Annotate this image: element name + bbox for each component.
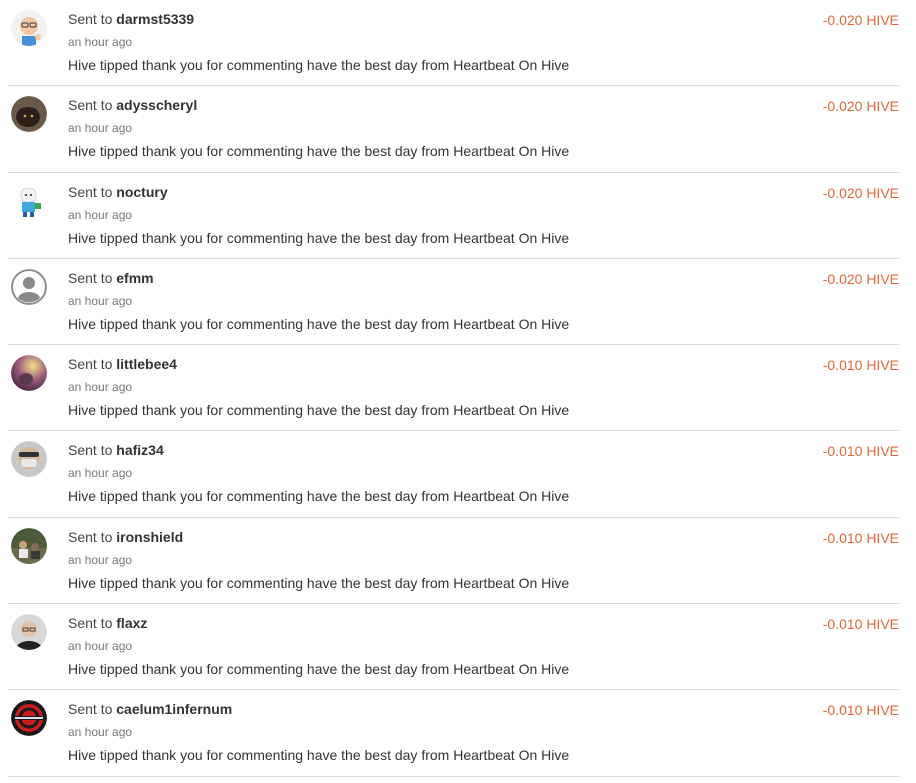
transaction-row: Sent to caelum1infernum an hour ago Hive… <box>8 690 899 777</box>
amount: -0.010 HIVE <box>822 529 899 546</box>
recipient-username[interactable]: darmst5339 <box>116 11 194 27</box>
recipient-username[interactable]: hafiz34 <box>116 442 163 458</box>
transaction-row: Sent to ironshield an hour ago Hive tipp… <box>8 518 899 605</box>
transaction-row: Sent to darmst5339 an hour ago Hive tipp… <box>8 0 899 87</box>
amount: -0.010 HIVE <box>822 616 899 633</box>
memo-text: Hive tipped thank you for commenting hav… <box>68 229 570 246</box>
recipient-username[interactable]: noctury <box>116 184 167 200</box>
recipient-username[interactable]: littlebee4 <box>116 356 177 372</box>
memo-text: Hive tipped thank you for commenting hav… <box>68 315 570 332</box>
recipient-username[interactable]: flaxz <box>116 615 147 631</box>
timestamp: an hour ago <box>68 35 133 49</box>
cartoon-character-avatar-icon[interactable] <box>11 182 47 219</box>
timestamp: an hour ago <box>68 121 133 136</box>
timestamp: an hour ago <box>68 639 133 654</box>
timestamp: an hour ago <box>68 725 133 740</box>
transaction-row: Sent to hafiz34 an hour ago Hive tipped … <box>8 431 899 518</box>
recipient-username[interactable]: caelum1infernum <box>116 701 232 717</box>
sent-to-label: Sent to <box>68 528 113 545</box>
recipient-username[interactable]: efmm <box>116 270 153 286</box>
transaction-list: Sent to darmst5339 an hour ago Hive tipp… <box>0 0 916 777</box>
amount: -0.010 HIVE <box>822 443 899 460</box>
dark-cat-avatar-icon[interactable] <box>11 96 47 133</box>
memo-text: Hive tipped thank you for commenting hav… <box>68 747 570 764</box>
memo-text: Hive tipped thank you for commenting hav… <box>68 488 570 505</box>
recipient-username[interactable]: ironshield <box>116 529 183 545</box>
sent-to-label: Sent to <box>68 701 113 718</box>
amount: -0.020 HIVE <box>822 270 899 287</box>
amount: -0.020 HIVE <box>822 12 899 28</box>
sent-to-label: Sent to <box>68 11 113 27</box>
sent-to-label: Sent to <box>68 269 113 286</box>
timestamp: an hour ago <box>68 207 133 222</box>
memo-text: Hive tipped thank you for commenting hav… <box>68 57 570 73</box>
default-user-avatar-icon[interactable] <box>11 268 47 305</box>
masked-face-avatar-icon[interactable] <box>11 441 47 478</box>
red-logo-avatar-icon[interactable] <box>11 700 47 737</box>
amount: -0.020 HIVE <box>822 98 899 115</box>
recipient-username[interactable]: adysscheryl <box>116 97 197 113</box>
sent-to-label: Sent to <box>68 615 113 632</box>
transaction-row: Sent to noctury an hour ago Hive tipped … <box>8 173 899 259</box>
transaction-row: Sent to flaxz an hour ago Hive tipped th… <box>8 604 899 691</box>
transaction-row: Sent to efmm an hour ago Hive tipped tha… <box>8 259 899 346</box>
bald-man-avatar-icon[interactable] <box>11 614 47 651</box>
photo-avatar-icon[interactable] <box>11 355 47 392</box>
outdoor-photo-avatar-icon[interactable] <box>11 527 47 564</box>
memo-text: Hive tipped thank you for commenting hav… <box>68 143 570 160</box>
sent-to-label: Sent to <box>68 442 113 459</box>
sent-to-label: Sent to <box>68 97 113 114</box>
sent-to-label: Sent to <box>68 356 113 373</box>
amount: -0.010 HIVE <box>822 702 899 719</box>
amount: -0.010 HIVE <box>822 357 899 374</box>
memo-text: Hive tipped thank you for commenting hav… <box>68 574 570 591</box>
amount: -0.020 HIVE <box>822 184 899 201</box>
timestamp: an hour ago <box>68 293 133 308</box>
transaction-row: Sent to littlebee4 an hour ago Hive tipp… <box>8 345 899 432</box>
memo-text: Hive tipped thank you for commenting hav… <box>68 661 570 678</box>
timestamp: an hour ago <box>68 380 133 395</box>
memo-text: Hive tipped thank you for commenting hav… <box>68 402 570 419</box>
transaction-row: Sent to adysscheryl an hour ago Hive tip… <box>8 86 899 173</box>
timestamp: an hour ago <box>68 552 133 567</box>
cartoon-man-avatar-icon[interactable] <box>11 10 47 46</box>
timestamp: an hour ago <box>68 466 133 481</box>
sent-to-label: Sent to <box>68 183 113 200</box>
